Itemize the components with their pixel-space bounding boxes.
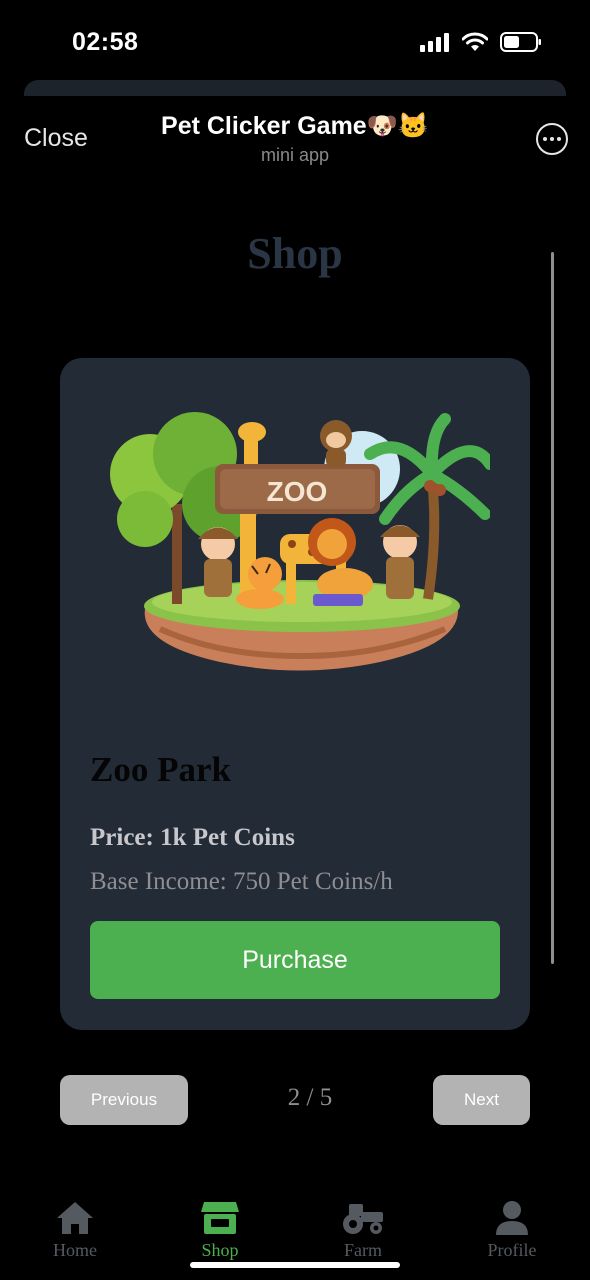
page-indicator: 2 / 5 bbox=[287, 1084, 333, 1111]
signal-icon bbox=[420, 33, 449, 52]
tractor-icon bbox=[343, 1204, 383, 1234]
app-subtitle: mini app bbox=[260, 145, 330, 165]
nav-item-shop[interactable]: Shop bbox=[160, 1200, 280, 1261]
person-icon bbox=[496, 1201, 528, 1235]
next-button[interactable]: Next bbox=[433, 1075, 530, 1125]
scrollbar[interactable] bbox=[551, 252, 554, 964]
page-title: Shop bbox=[247, 229, 343, 278]
miniapp-header: Close Pet Clicker Game🐶🐱 mini app bbox=[0, 96, 590, 180]
home-icon bbox=[57, 1202, 93, 1234]
wifi-icon bbox=[462, 32, 488, 51]
nav-label-home: Home bbox=[53, 1240, 97, 1260]
home-indicator[interactable] bbox=[190, 1262, 400, 1268]
nav-label-profile: Profile bbox=[487, 1240, 537, 1260]
battery-icon bbox=[500, 32, 541, 52]
more-options-button[interactable] bbox=[536, 123, 568, 155]
app-title: Pet Clicker Game🐶🐱 bbox=[161, 112, 429, 140]
title-block: Pet Clicker Game🐶🐱 mini app bbox=[0, 112, 590, 166]
nav-label-farm: Farm bbox=[344, 1240, 382, 1260]
item-income: Base Income: 750 Pet Coins/h bbox=[90, 868, 393, 895]
zoo-sign-text: ZOO bbox=[267, 476, 328, 507]
nav-item-farm[interactable]: Farm bbox=[303, 1200, 423, 1261]
previous-button[interactable]: Previous bbox=[60, 1075, 188, 1125]
nav-item-home[interactable]: Home bbox=[15, 1200, 135, 1261]
more-dots-icon bbox=[543, 137, 547, 141]
status-bar: 02:58 bbox=[0, 0, 590, 80]
purchase-button[interactable]: Purchase bbox=[90, 921, 500, 999]
nav-item-profile[interactable]: Profile bbox=[452, 1200, 572, 1261]
status-time: 02:58 bbox=[72, 28, 139, 56]
shop-item-card: ZOO Zoo Park Price: 1k Pet Coins Base In… bbox=[60, 358, 530, 1030]
status-icons bbox=[420, 32, 542, 52]
nav-label-shop: Shop bbox=[201, 1240, 239, 1260]
store-icon bbox=[201, 1202, 239, 1234]
item-price: Price: 1k Pet Coins bbox=[90, 824, 295, 851]
item-name: Zoo Park bbox=[90, 750, 231, 789]
zoo-park-illustration: ZOO bbox=[110, 412, 490, 671]
